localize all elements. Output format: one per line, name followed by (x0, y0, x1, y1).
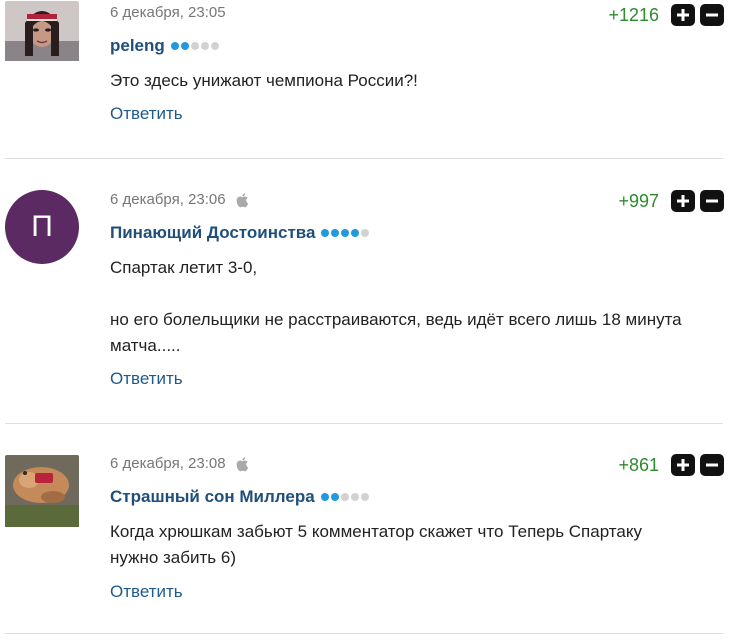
avatar[interactable] (5, 1, 79, 75)
minus-icon (706, 463, 718, 467)
divider (5, 423, 723, 424)
rating-dot (350, 493, 359, 501)
plus-icon (677, 459, 689, 471)
vote-controls: +861 (618, 454, 724, 476)
rating-dot (210, 42, 219, 50)
avatar[interactable] (5, 455, 79, 529)
comment-text: Это здесь унижают чемпиона России?! (110, 71, 418, 90)
vote-score: +1216 (608, 4, 659, 25)
upvote-button[interactable] (671, 454, 695, 476)
comment-meta: 6 декабря, 23:05 (110, 4, 226, 21)
rating-dot (190, 42, 199, 50)
user-photo-icon (5, 1, 79, 61)
apple-icon (236, 456, 248, 471)
rating-dot (200, 42, 209, 50)
vote-score: +997 (618, 190, 659, 211)
divider (5, 158, 723, 159)
rating-dot (360, 493, 369, 501)
avatar[interactable]: П (5, 190, 79, 264)
user-photo-icon (5, 455, 79, 527)
comment-text: Спартак летит 3-0, но его болельщики не … (110, 258, 682, 355)
rating-dots (321, 229, 370, 237)
rating-dot (330, 493, 339, 501)
rating-dot (320, 493, 329, 501)
minus-icon (706, 199, 718, 203)
comment-date: 6 декабря, 23:06 (110, 191, 226, 208)
apple-icon (236, 192, 248, 207)
rating-dot (341, 229, 350, 237)
author-name[interactable]: peleng (110, 36, 165, 56)
downvote-button[interactable] (700, 4, 724, 26)
avatar-letter: П (31, 210, 53, 243)
upvote-button[interactable] (671, 4, 695, 26)
rating-dot (340, 493, 349, 501)
rating-dot (180, 42, 189, 50)
author-name[interactable]: Пинающий Достоинства (110, 223, 315, 243)
comment-date: 6 декабря, 23:08 (110, 455, 226, 472)
rating-dots (320, 493, 369, 501)
downvote-button[interactable] (700, 454, 724, 476)
author-name[interactable]: Страшный сон Миллера (110, 487, 315, 507)
upvote-button[interactable] (671, 190, 695, 212)
comment-author[interactable]: Страшный сон Миллера (110, 487, 369, 507)
vote-controls: +1216 (608, 4, 724, 26)
plus-icon (677, 195, 689, 207)
reply-button[interactable]: Ответить (110, 369, 183, 389)
vote-score: +861 (618, 454, 659, 475)
comment-text: Когда хрюшкам забьют 5 комментатор скаже… (110, 522, 642, 567)
rating-dot (361, 229, 370, 237)
comment-date: 6 декабря, 23:05 (110, 4, 226, 21)
comment-meta: 6 декабря, 23:06 (110, 191, 250, 208)
reply-button[interactable]: Ответить (110, 104, 183, 124)
reply-button[interactable]: Ответить (110, 582, 183, 602)
comment-meta: 6 декабря, 23:08 (110, 455, 250, 472)
vote-controls: +997 (618, 190, 724, 212)
rating-dot (331, 229, 340, 237)
rating-dot (170, 42, 179, 50)
rating-dot (351, 229, 360, 237)
comment-author[interactable]: Пинающий Достоинства (110, 223, 370, 243)
comment-author[interactable]: peleng (110, 36, 219, 56)
plus-icon (677, 9, 689, 21)
rating-dots (170, 42, 219, 50)
divider (5, 633, 723, 634)
downvote-button[interactable] (700, 190, 724, 212)
minus-icon (706, 13, 718, 17)
rating-dot (321, 229, 330, 237)
